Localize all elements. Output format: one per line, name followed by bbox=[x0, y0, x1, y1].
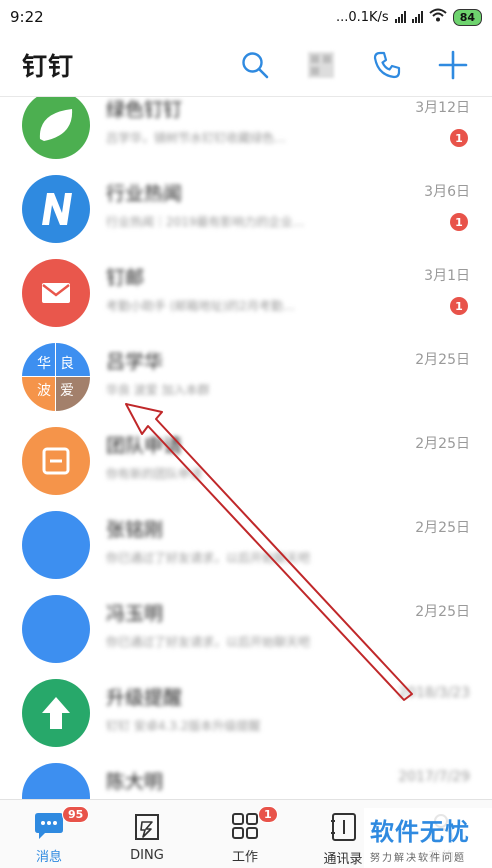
conversation-preview: 你有新的团队申请 bbox=[106, 467, 203, 481]
mail-icon bbox=[42, 283, 70, 303]
tab-messages[interactable]: 消息 95 bbox=[0, 800, 98, 868]
status-time: 9:22 bbox=[10, 8, 44, 26]
signal-icon bbox=[394, 11, 406, 23]
avatar-tile: 爱 bbox=[56, 377, 90, 411]
avatar bbox=[22, 763, 90, 799]
conversation-row-group[interactable]: 华 良 波 爱 吕学华 华良 波爱 加入本群 2月25日 bbox=[0, 335, 492, 419]
conversation-preview: 你已通过了好友请求，以后开始聊天吧 bbox=[106, 635, 311, 649]
group-avatar: 华 良 波 爱 bbox=[22, 343, 90, 411]
network-speed: ...0.1K/s bbox=[335, 9, 389, 25]
leaf-icon bbox=[39, 109, 73, 141]
avatar bbox=[22, 511, 90, 579]
conversation-time: 3月6日 bbox=[424, 184, 470, 200]
tab-badge: 1 bbox=[258, 806, 278, 823]
conversation-time: 2月25日 bbox=[415, 436, 470, 452]
add-icon[interactable] bbox=[436, 48, 470, 82]
conversation-time: 2月25日 bbox=[415, 352, 470, 368]
status-bar: 9:22 ...0.1K/s 84 bbox=[0, 0, 492, 34]
conversation-time: 3月12日 bbox=[415, 100, 470, 116]
avatar-tile: 华 bbox=[22, 343, 56, 377]
news-n-icon bbox=[42, 193, 72, 225]
conversation-row[interactable]: 钉邮 考勤小助手 (邮箱地址)的2月考勤… 3月1日 1 bbox=[0, 251, 492, 335]
search-icon[interactable] bbox=[238, 48, 272, 82]
unread-badge: 1 bbox=[450, 213, 468, 231]
grid-icon bbox=[232, 813, 258, 839]
message-bubble-icon bbox=[35, 813, 63, 839]
tab-label: DING bbox=[130, 848, 164, 863]
contacts-book-icon bbox=[331, 813, 356, 841]
conversation-name: 钉邮 bbox=[106, 267, 145, 289]
conversation-preview: 钉钉 安卓4.3.2版本升级提醒 bbox=[106, 719, 261, 733]
conversation-time: 2月25日 bbox=[415, 604, 470, 620]
watermark-text: 软件无忧 bbox=[370, 818, 470, 846]
phone-icon[interactable] bbox=[370, 48, 404, 82]
conversation-preview: 行业热闻｜2019最有影响力的企业… bbox=[106, 215, 305, 229]
unread-badge: 1 bbox=[450, 129, 468, 147]
conversation-row[interactable]: 团队申请 你有新的团队申请 2月25日 bbox=[0, 419, 492, 503]
conversation-name: 陈大明 bbox=[106, 771, 164, 793]
signal-icon-2 bbox=[411, 11, 423, 23]
conversation-name: 吕学华 bbox=[106, 351, 164, 373]
conversation-list[interactable]: 绿色钉钉 吕学华，镜树节水钉钉收藏绿色… 3月12日 1 行业热闻 行业热闻｜2… bbox=[0, 97, 492, 799]
avatar bbox=[22, 595, 90, 663]
conversation-name: 团队申请 bbox=[106, 435, 183, 457]
avatar bbox=[22, 679, 90, 747]
conversation-row[interactable]: 冯玉明 你已通过了好友请求，以后开始聊天吧 2月25日 bbox=[0, 587, 492, 671]
conversation-time: 3月1日 bbox=[424, 268, 470, 284]
avatar bbox=[22, 427, 90, 495]
conversation-name: 升级提醒 bbox=[106, 687, 183, 709]
tab-label: 通讯录 bbox=[323, 852, 363, 867]
battery-icon: 84 bbox=[452, 8, 482, 26]
team-application-icon bbox=[42, 447, 70, 475]
conversation-preview: 你已通过了好友请求，以后开始聊天吧 bbox=[106, 551, 311, 565]
conversation-row[interactable]: 升级提醒 钉钉 安卓4.3.2版本升级提醒 2018/3/23 bbox=[0, 671, 492, 755]
avatar-tile: 良 bbox=[56, 343, 90, 377]
conversation-row[interactable]: 行业热闻 行业热闻｜2019最有影响力的企业… 3月6日 1 bbox=[0, 167, 492, 251]
conversation-name: 冯玉明 bbox=[106, 603, 164, 625]
conversation-row[interactable]: 绿色钉钉 吕学华，镜树节水钉钉收藏绿色… 3月12日 1 bbox=[0, 97, 492, 167]
ding-icon bbox=[135, 814, 159, 840]
tab-label: 工作 bbox=[231, 850, 258, 865]
watermark: 软件无忧 努力解决软件问题 bbox=[364, 808, 492, 868]
page-title: 钉钉 bbox=[22, 52, 75, 81]
app-header: 钉钉 bbox=[0, 34, 492, 96]
conversation-name: 行业热闻 bbox=[106, 183, 183, 205]
tab-label: 消息 bbox=[35, 850, 62, 865]
qr-code-icon[interactable] bbox=[304, 48, 338, 82]
wifi-icon bbox=[429, 8, 447, 26]
avatar bbox=[22, 97, 90, 159]
unread-badge: 1 bbox=[450, 297, 468, 315]
tab-work[interactable]: 工作 1 bbox=[196, 800, 294, 868]
conversation-row[interactable]: 陈大明 2017/7/29 bbox=[0, 755, 492, 799]
conversation-preview: 吕学华，镜树节水钉钉收藏绿色… bbox=[106, 131, 287, 145]
conversation-name: 张铭刚 bbox=[106, 519, 164, 541]
avatar-tile: 波 bbox=[22, 377, 56, 411]
conversation-preview: 华良 波爱 加入本群 bbox=[106, 383, 210, 397]
tab-badge: 95 bbox=[62, 806, 90, 823]
tab-ding[interactable]: DING bbox=[98, 800, 196, 868]
conversation-name: 绿色钉钉 bbox=[106, 99, 183, 121]
status-icons: ...0.1K/s 84 bbox=[336, 8, 482, 26]
watermark-subtext: 努力解决软件问题 bbox=[370, 853, 466, 864]
upgrade-arrow-icon bbox=[42, 697, 70, 729]
conversation-time: 2018/3/23 bbox=[398, 685, 470, 701]
avatar bbox=[22, 175, 90, 243]
avatar bbox=[22, 259, 90, 327]
conversation-time: 2月25日 bbox=[415, 520, 470, 536]
conversation-time: 2017/7/29 bbox=[398, 769, 470, 785]
conversation-preview: 考勤小助手 (邮箱地址)的2月考勤… bbox=[106, 299, 295, 313]
conversation-row[interactable]: 张铭刚 你已通过了好友请求，以后开始聊天吧 2月25日 bbox=[0, 503, 492, 587]
